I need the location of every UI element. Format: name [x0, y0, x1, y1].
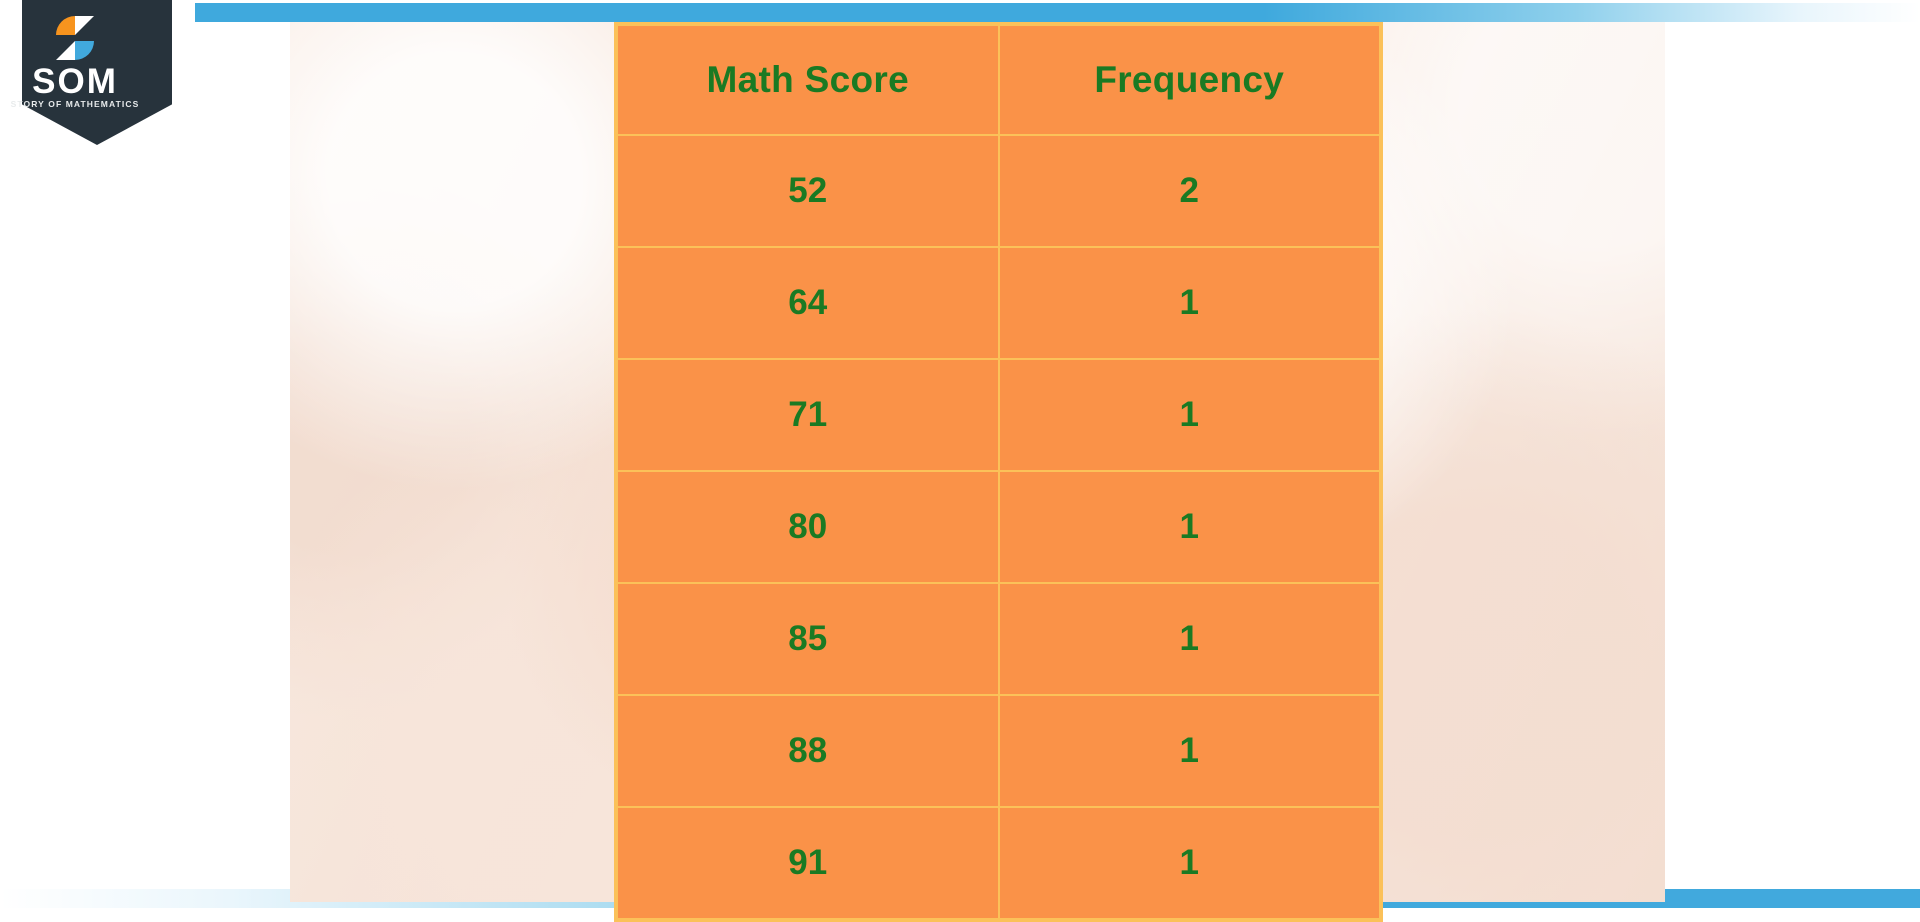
cell-math-score: 64 [615, 246, 1000, 360]
brand-logo: SOM STORY OF MATHEMATICS [0, 0, 200, 150]
cell-frequency: 1 [997, 694, 1382, 808]
table-row: 88 1 [615, 694, 1382, 808]
table-body: 52 2 64 1 71 1 80 1 85 1 88 1 91 1 [615, 134, 1382, 921]
column-header-math-score: Math Score [615, 23, 1000, 136]
table-row: 52 2 [615, 134, 1382, 248]
cell-frequency: 1 [997, 582, 1382, 696]
column-header-frequency: Frequency [997, 23, 1382, 136]
table-header-row: Math Score Frequency [615, 23, 1382, 136]
cell-math-score: 71 [615, 358, 1000, 472]
brand-name: SOM [32, 62, 118, 101]
table-row: 91 1 [615, 806, 1382, 921]
top-accent-rule [195, 3, 1920, 22]
brand-tagline: STORY OF MATHEMATICS [10, 99, 140, 109]
cell-frequency: 1 [997, 806, 1382, 921]
frequency-table: Math Score Frequency 52 2 64 1 71 1 80 1… [614, 22, 1383, 922]
cell-math-score: 91 [615, 806, 1000, 921]
cell-math-score: 85 [615, 582, 1000, 696]
table-row: 71 1 [615, 358, 1382, 472]
cell-math-score: 80 [615, 470, 1000, 584]
table-row: 64 1 [615, 246, 1382, 360]
table-row: 85 1 [615, 582, 1382, 696]
cell-math-score: 88 [615, 694, 1000, 808]
som-s-mark-icon [56, 16, 94, 60]
cell-frequency: 2 [997, 134, 1382, 248]
cell-math-score: 52 [615, 134, 1000, 248]
table-row: 80 1 [615, 470, 1382, 584]
cell-frequency: 1 [997, 470, 1382, 584]
cell-frequency: 1 [997, 246, 1382, 360]
cell-frequency: 1 [997, 358, 1382, 472]
